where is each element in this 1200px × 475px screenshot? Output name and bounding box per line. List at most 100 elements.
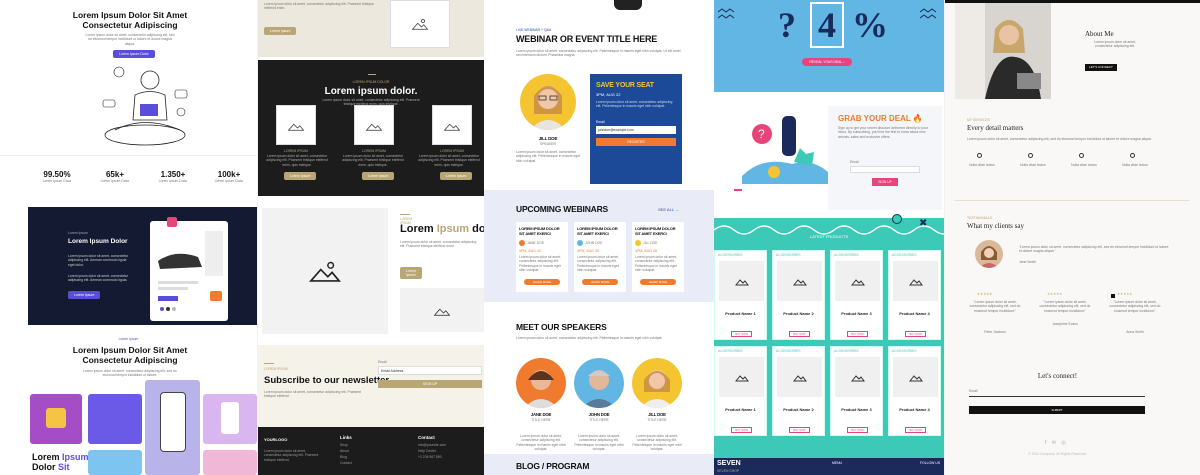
dark-text: Lorem ipsum dolor sit amet, consectetur … [68, 274, 129, 283]
second-hero: Lorem Ipsum Lorem Ipsum Dolor Sit Amet C… [0, 325, 257, 395]
dark-title: Lorem ipsum dolor. [324, 86, 418, 97]
reveal-button[interactable]: REVEAL YOUR DEAL ↓ [802, 58, 852, 66]
deal-section: ? GRAB YOUR DEAL 🔥 Sign up to get your s… [714, 92, 944, 218]
blog-section: BLOG / PROGRAM [484, 454, 714, 475]
meditation-illustration [102, 66, 188, 146]
product-card[interactable]: ACCESSORIES Product Name 3 BUY NOW [830, 346, 883, 436]
hero-section: Lorem Ipsum Dolor Sit Amet Consectetur A… [0, 0, 257, 155]
image-placeholder [262, 208, 388, 334]
webinar-card[interactable]: LOREM IPSUM DOLOR SIT AMET EXERCI JOHN D… [574, 222, 626, 292]
hero-button[interactable]: Lorem Ipsum Dolor [113, 50, 155, 58]
tile-app [203, 394, 257, 444]
app-mockup [150, 221, 228, 321]
product-card[interactable]: ACCESSORIES Product Name 2 BUY NOW [772, 250, 825, 340]
card-image [432, 105, 472, 145]
product-card[interactable]: ACCESSORIES Product Name 1 BUY NOW [714, 250, 767, 340]
dark-button[interactable]: Lorem Ipsum [68, 291, 101, 299]
card-button[interactable]: Lorem Ipsum [440, 172, 473, 180]
footer: YOURLOGO Lorem ipsum dolor sit amet, con… [258, 427, 484, 475]
hero-title: Lorem Ipsum Dolor Sit Amet Consectetur A… [72, 10, 188, 30]
stat-item: 99.50% Lorem Ipsum Dolor [42, 170, 72, 183]
image-placeholder [390, 0, 450, 48]
product-card[interactable]: ACCESSORIES Product Name 4 BUY NOW [888, 250, 941, 340]
register-button[interactable]: REGISTER [596, 138, 676, 146]
tile-bottom [203, 450, 257, 475]
email-input[interactable] [969, 396, 1145, 397]
signup-button[interactable]: SIGN UP [378, 380, 482, 388]
second-title: Lorem Ipsum Dolor Sit Amet Consectetur A… [72, 345, 188, 365]
newsletter-section: LOREM IPSUM Subscribe to our newsletter.… [258, 345, 484, 427]
portfolio-page-preview: About Me Lorem ipsum dolor sit amet, con… [945, 0, 1200, 475]
product-card[interactable]: ACCESSORIES Product Name 1 BUY NOW [714, 346, 767, 436]
speaker-avatar [632, 358, 682, 408]
email-input[interactable]: Email Address [378, 366, 482, 375]
dark-text: Lorem ipsum dolor sit amet, consectetur … [68, 254, 129, 267]
top-button[interactable]: Lorem Ipsum [264, 27, 297, 35]
dark-kicker: LOREM IPSUM DOLOR [352, 80, 390, 84]
footer-brand: SEVEN [717, 460, 741, 467]
second-kicker: Lorem Ipsum [118, 337, 139, 341]
webinar-title: WEBINAR OR EVENT TITLE HERE [516, 34, 658, 44]
service-icon [977, 153, 982, 158]
tile-phone [145, 380, 200, 475]
speaker-avatar [574, 358, 624, 408]
dark-section: LOREM IPSUM DOLOR Lorem ipsum dolor. Lor… [258, 60, 484, 196]
second-text: Lorem ipsum dolor sit amet, consectetur … [83, 369, 177, 378]
upcoming-title: UPCOMING WEBINARS [516, 204, 608, 214]
upcoming-webinars: UPCOMING WEBINARS SEE ALL → LOREM IPSUM … [484, 190, 714, 302]
newsletter-title: Subscribe to our newsletter. [264, 375, 392, 386]
stat-item: 100k+ Lorem Ipsum Dolor [214, 170, 244, 183]
bottom-title: Lorem Ipsum Dolor Sit [32, 452, 89, 472]
top-text: Lorem ipsum dolor sit amet, consectetur … [264, 2, 374, 11]
dark-kicker: Lorem Ipsum [68, 231, 88, 235]
social-icons[interactable]: f ✉ ◎ [1045, 440, 1068, 446]
landing-page-preview-2: Lorem ipsum dolor sit amet, consectetur … [258, 0, 484, 475]
service-icon [1079, 153, 1084, 158]
footer-brand: YOURLOGO [264, 437, 288, 442]
card-button[interactable]: Lorem Ipsum [362, 172, 395, 180]
email-input[interactable]: johndoe@example.com [596, 126, 676, 134]
client-avatar [975, 240, 1003, 268]
mid-text: Lorem ipsum dolor sit amet, consectetur … [400, 240, 477, 249]
stats-row: 99.50% Lorem Ipsum Dolor 65k+ Lorem Ipsu… [0, 155, 257, 207]
hero-section: ? 4 % REVEAL YOUR DEAL ↓ [714, 0, 944, 92]
products-section: ✖ LATEST PRODUCTS ACCESSORIES Product Nam… [714, 214, 944, 458]
card-button[interactable]: Lorem Ipsum [284, 172, 317, 180]
product-card[interactable]: ACCESSORIES Product Name 4 BUY NOW [888, 346, 941, 436]
tile-puzzle [30, 394, 82, 444]
product-card[interactable]: ACCESSORIES Product Name 3 BUY NOW [830, 250, 883, 340]
webinar-card[interactable]: LOREM IPSUM DOLOR SIT AMET EXERCI JILL D… [632, 222, 684, 292]
svg-text:?: ? [758, 127, 765, 141]
email-input[interactable] [850, 166, 920, 173]
dark-title: Lorem Ipsum Dolor [68, 238, 128, 245]
top-section: Lorem ipsum dolor sit amet, consectetur … [258, 0, 484, 57]
card-image [354, 105, 394, 145]
heart-icon [167, 217, 177, 227]
mid-button[interactable]: Lorem Ipsum [400, 267, 422, 279]
registration-card: SAVE YOUR SEAT 3PM, AUG 22 Lorem ipsum d… [590, 74, 682, 184]
image-placeholder [400, 288, 484, 332]
hero-text: Lorem ipsum dolor sit amet, consectetur … [85, 33, 175, 46]
speaker-avatar [516, 358, 566, 408]
chat-icon [210, 291, 222, 301]
profile-photo [955, 3, 1051, 99]
footer: SEVEN SEVEN SHOP MENU FOLLOW US [714, 458, 944, 475]
shop-page-preview: ? 4 % REVEAL YOUR DEAL ↓ ? GRAB YOUR DEA… [714, 0, 944, 475]
mid-title: Lorem Ipsum dolor sit. [400, 223, 484, 235]
submit-button[interactable]: SUBMIT [969, 406, 1145, 414]
webinar-card[interactable]: LOREM IPSUM DOLOR SIT AMET EXERCI JANE D… [516, 222, 568, 292]
webinar-page-preview: LIVE WEBINAR + Q&A WEBINAR OR EVENT TITL… [484, 0, 714, 475]
see-all-link[interactable]: SEE ALL → [658, 207, 679, 212]
signup-button[interactable]: SIGN UP [872, 178, 898, 186]
stat-item: 65k+ Lorem Ipsum Dolor [100, 170, 130, 183]
landing-page-preview-1: Lorem Ipsum Dolor Sit Amet Consectetur A… [0, 0, 257, 475]
deal-illustration: ? [734, 116, 828, 191]
close-icon[interactable]: ✖ [919, 218, 927, 229]
product-card[interactable]: ACCESSORIES Product Name 2 BUY NOW [772, 346, 825, 436]
card-image [276, 105, 316, 145]
deal-card: GRAB YOUR DEAL 🔥 Sign up to get your sec… [828, 106, 942, 210]
webinar-hero: LIVE WEBINAR + Q&A WEBINAR OR EVENT TITL… [484, 12, 714, 190]
connect-button[interactable]: LET'S CONNECT [1085, 64, 1117, 71]
speakers-section: MEET OUR SPEAKERS Lorem ipsum dolor sit … [484, 302, 714, 454]
tile-people [88, 394, 142, 444]
